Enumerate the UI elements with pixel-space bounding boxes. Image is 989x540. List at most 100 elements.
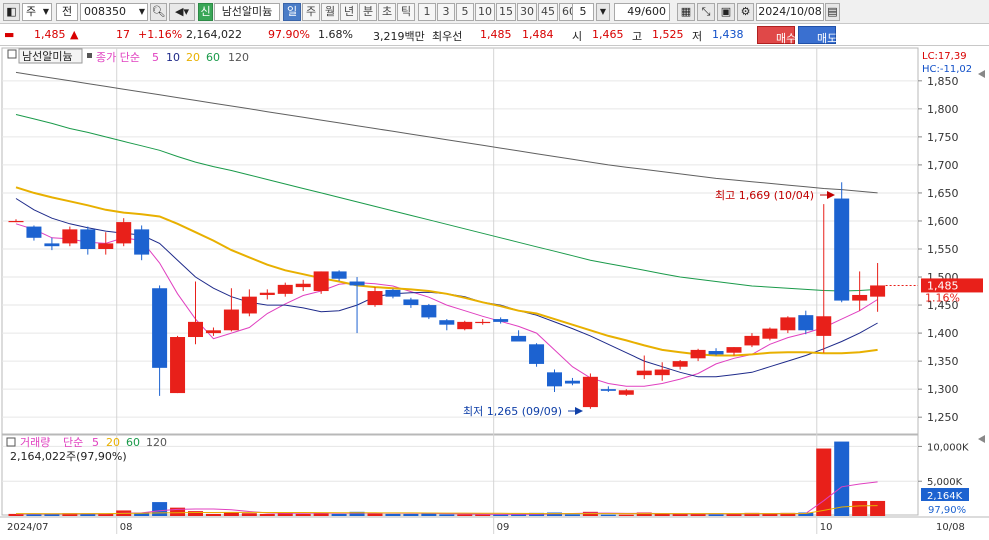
candle-body (457, 321, 473, 330)
candle-body (44, 243, 60, 247)
open-label: 시 (572, 30, 583, 43)
candle-body (223, 309, 239, 331)
legend-ma-label: 종가 단순 (96, 51, 140, 64)
candle-body (403, 299, 419, 306)
minute-tab[interactable]: 5 (456, 3, 474, 21)
chevron-down-icon: ▼ (42, 7, 49, 16)
hc-label: HC:-11,02 (922, 64, 972, 75)
minute-tab[interactable]: 15 (496, 3, 516, 21)
best-bid: 1,484 (522, 28, 554, 41)
candle-body (654, 369, 670, 376)
period-tab[interactable]: 초 (378, 3, 396, 21)
chart-area[interactable]: 1,850 1,800 1,750 1,700 1,650 1,600 1,550 1,500… (0, 46, 989, 537)
price-volume-chart[interactable]: 1,8501,8001,7501,7001,6501,6001,5501,500… (0, 46, 989, 537)
candle-body (62, 229, 78, 244)
volume-legend-ma60: 60 (126, 436, 140, 449)
period-tab[interactable]: 월 (321, 3, 339, 21)
minute-tab[interactable]: 30 (517, 3, 537, 21)
grid-icon[interactable]: ▦ (677, 3, 695, 21)
volume-bar (367, 513, 383, 516)
candle-body (672, 361, 688, 367)
candle-body (241, 296, 257, 314)
price-change: 17 (116, 28, 130, 41)
period-tab[interactable]: 일 (283, 3, 301, 21)
volume-legend-ma120: 120 (146, 436, 167, 449)
sound-icon[interactable]: ◀▾ (169, 3, 195, 21)
candle-body (385, 289, 401, 297)
period-type-label: 주 (26, 5, 37, 18)
stock-name-field[interactable]: 남선알미늄 (214, 3, 280, 21)
minute-tab[interactable]: 10 (475, 3, 495, 21)
candle-body (367, 291, 383, 306)
volume-legend-title: 거래량 (20, 436, 50, 449)
period-tab[interactable]: 분 (359, 3, 377, 21)
high-price: 1,525 (652, 28, 684, 41)
minute-select[interactable]: 5 (572, 3, 594, 21)
legend-ma60: 60 (206, 51, 220, 64)
chart-type-icon[interactable]: ◧ (3, 3, 20, 21)
price-change-pct: +1.16% (138, 28, 183, 41)
period-tab[interactable]: 년 (340, 3, 358, 21)
count-field[interactable]: 49/600 (614, 3, 670, 21)
gear-icon[interactable]: ⚙ (737, 3, 754, 21)
date-label: 10/08 (936, 522, 965, 533)
date-value: 2024/10/08 (758, 5, 822, 18)
volume-bar (26, 514, 42, 516)
candle-body (134, 229, 150, 255)
open-price: 1,465 (592, 28, 624, 41)
search-icon[interactable]: 🔍︎ (150, 3, 167, 21)
candle-body (8, 220, 24, 223)
period-type-select[interactable]: 주 ▼ (22, 3, 52, 21)
new-badge[interactable]: 신 (198, 3, 213, 21)
sell-button[interactable]: 매도 (798, 26, 837, 45)
volume-bar (816, 448, 832, 516)
price-tick-label: 1,750 (927, 131, 959, 144)
volume-bar (708, 514, 724, 516)
candle-body (439, 320, 455, 325)
candle-body (170, 337, 186, 394)
candle-body (511, 335, 527, 342)
volume-bar (188, 511, 203, 516)
buy-button[interactable]: 매수 (757, 26, 796, 45)
price-tick-label: 1,700 (927, 159, 959, 172)
period-tab[interactable]: 주 (302, 3, 320, 21)
minute-tab[interactable]: 3 (437, 3, 455, 21)
stock-name: 남선알미늄 (221, 5, 273, 18)
candle-body (475, 321, 491, 324)
candle-body (744, 335, 760, 346)
price-tick-label: 1,400 (927, 327, 959, 340)
volume-value: 2,164,022 (186, 28, 242, 41)
date-field[interactable]: 2024/10/08 (756, 3, 824, 21)
ticker-bar: ▬ 1,485 ▲ 17 +1.16% 2,164,022 97.90% 1.6… (0, 24, 989, 46)
candle-body (852, 294, 868, 301)
save-icon[interactable]: ▣ (717, 3, 735, 21)
volume-bar (241, 513, 257, 516)
volume-bar (403, 513, 419, 516)
chevron-down-icon[interactable]: ▼ (596, 3, 610, 21)
chevron-down-icon: ▼ (138, 7, 145, 16)
volume-bar (654, 513, 670, 516)
chart-settings-icon[interactable] (7, 49, 17, 59)
candle-body (259, 292, 275, 295)
crosshair-icon[interactable]: ⤡ (697, 3, 715, 21)
legend-ma5: 5 (152, 51, 159, 64)
stock-code-value: 008350 (84, 5, 126, 18)
candle-body (205, 330, 221, 334)
volume-legend-value: 2,164,022주(97,90%) (10, 450, 127, 463)
candle-body (708, 351, 724, 355)
candle-body (116, 222, 132, 244)
calendar-icon[interactable]: ▤ (825, 3, 840, 21)
volume-settings-icon[interactable] (6, 437, 16, 447)
lc-label: LC:17,39 (922, 51, 967, 62)
stock-code-input[interactable]: 008350 ▼ (80, 3, 148, 21)
volume-tick-label: 10,000K (927, 442, 969, 453)
candle-body (277, 284, 293, 294)
minute-select-value: 5 (579, 5, 587, 18)
period-tab[interactable]: 틱 (397, 3, 415, 21)
price-tick-label: 1,600 (927, 215, 959, 228)
minute-tab[interactable]: 45 (538, 3, 558, 21)
minute-tab[interactable]: 1 (418, 3, 436, 21)
candle-body (564, 380, 580, 384)
candle-body (726, 347, 742, 353)
jeon-button[interactable]: 전 (56, 3, 78, 21)
